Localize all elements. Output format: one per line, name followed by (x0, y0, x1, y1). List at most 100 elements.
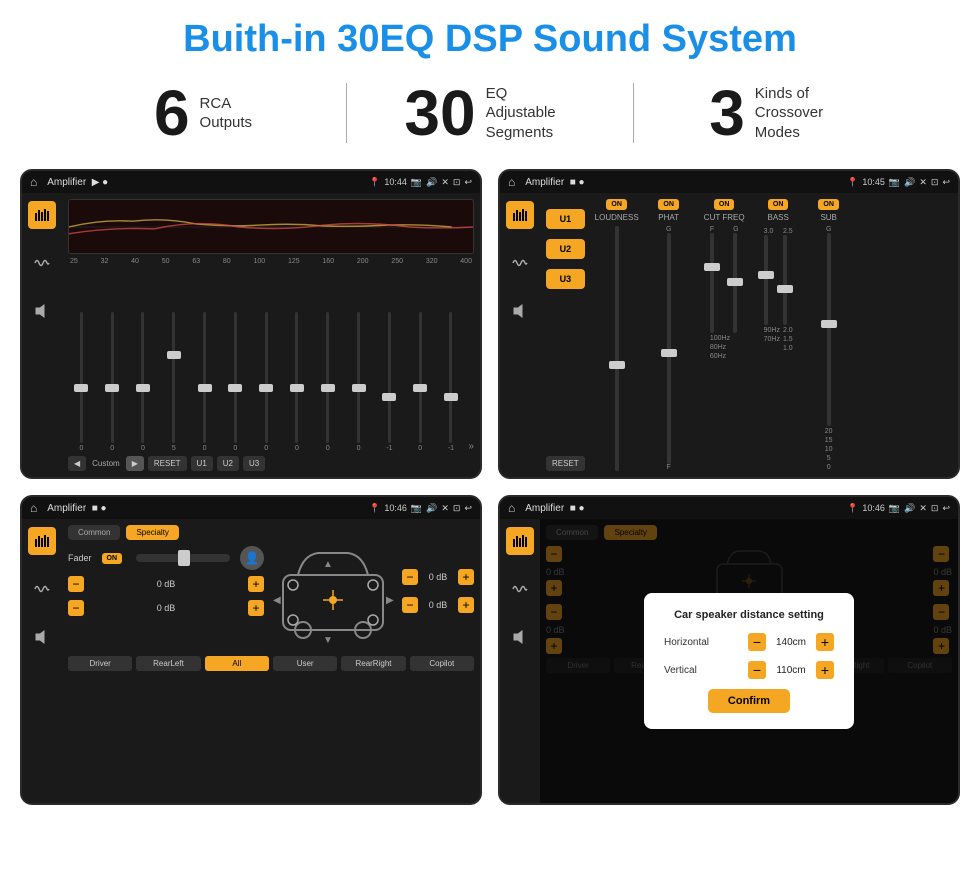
eq-slider-12[interactable]: 0 (407, 312, 434, 452)
fd-minus-left-2[interactable]: − (68, 600, 84, 616)
eq-slider-1[interactable]: 0 (68, 312, 95, 452)
eq-slider-9[interactable]: 0 (314, 312, 341, 452)
eq-slider-7[interactable]: 0 (253, 312, 280, 452)
eq-slider-2[interactable]: 0 (99, 312, 126, 452)
fd-plus-right-1[interactable]: + (458, 569, 474, 585)
cx-cutfreq-label: CUT FREQ (704, 213, 745, 222)
eq-u2-button[interactable]: U2 (217, 456, 239, 471)
cx-phat-col: ON PHAT G F (645, 199, 693, 471)
eq-slider-3[interactable]: 0 (130, 312, 157, 452)
fd-rearleft-btn[interactable]: RearLeft (136, 656, 200, 671)
cx-cutfreq-col: ON CUT FREQ F 100Hz 80Hz 60Hz (697, 199, 752, 471)
dialog-box: Car speaker distance setting Horizontal … (644, 593, 854, 729)
crossover-screen-card: ⌂ Amplifier ■ ● 📍10:45 📷🔊✕⊡↩ (498, 169, 960, 479)
eq-title: Amplifier ▶ ● (47, 177, 363, 188)
fd-plus-left-1[interactable]: + (248, 576, 264, 592)
eq-sidebar (22, 193, 62, 477)
fd-plus-left-2[interactable]: + (248, 600, 264, 616)
eq-sliders: 0 0 0 5 0 0 0 0 0 0 -1 0 -1 » (68, 268, 474, 452)
stat-text-eq: EQ AdjustableSegments (486, 84, 576, 143)
stat-text-rca: RCAOutputs (200, 94, 253, 133)
cx-sidebar-wave-icon[interactable] (506, 249, 534, 277)
cx-sub-label: SUB (820, 213, 836, 222)
fd-user-btn[interactable]: User (273, 656, 337, 671)
cx-sidebar-speaker-icon[interactable] (506, 297, 534, 325)
eq-slider-13[interactable]: -1 (438, 312, 465, 452)
fd-sidebar-speaker-icon[interactable] (28, 623, 56, 651)
fd-sidebar-equalizer-icon[interactable] (28, 527, 56, 555)
eq-sidebar-speaker-icon[interactable] (28, 297, 56, 325)
eq-expand-icon[interactable]: » (468, 441, 474, 452)
eq-slider-10[interactable]: 0 (345, 312, 372, 452)
dlg-screen-body: Common Specialty − 0 dB + − (500, 519, 958, 803)
dlg-sidebar-equalizer-icon[interactable] (506, 527, 534, 555)
fd-minus-right-1[interactable]: − (402, 569, 418, 585)
fd-vol-right-2: − 0 dB + (402, 597, 474, 613)
horizontal-minus-btn[interactable]: − (748, 633, 766, 651)
vertical-plus-btn[interactable]: + (816, 661, 834, 679)
fd-home-icon[interactable]: ⌂ (30, 501, 37, 515)
fd-vol-left-1: − 0 dB + (68, 576, 264, 592)
cx-u3-button[interactable]: U3 (546, 269, 585, 289)
eq-u1-button[interactable]: U1 (191, 456, 213, 471)
cx-u2-button[interactable]: U2 (546, 239, 585, 259)
eq-reset-button[interactable]: RESET (148, 456, 187, 471)
eq-slider-4[interactable]: 5 (160, 312, 187, 452)
home-icon[interactable]: ⌂ (30, 175, 37, 189)
eq-prev-button[interactable]: ◀ (68, 456, 86, 471)
cx-controls-area: ON LOUDNESS ON PHAT G F (593, 199, 952, 471)
eq-sidebar-wave-icon[interactable] (28, 249, 56, 277)
confirm-button[interactable]: Confirm (708, 689, 790, 713)
fd-tab-common[interactable]: Common (68, 525, 120, 540)
cx-u1-button[interactable]: U1 (546, 209, 585, 229)
fd-copilot-btn[interactable]: Copilot (410, 656, 474, 671)
eq-u3-button[interactable]: U3 (243, 456, 265, 471)
fd-fader-track[interactable] (136, 554, 230, 562)
vertical-row: Vertical − 110cm + (664, 661, 834, 679)
cx-sidebar-equalizer-icon[interactable] (506, 201, 534, 229)
dialog-screen-card: ⌂ Amplifier ■ ● 📍10:46 📷🔊✕⊡↩ (498, 495, 960, 805)
fd-main-area: Common Specialty Fader ON 👤 (62, 519, 480, 803)
fd-on-badge[interactable]: ON (102, 553, 123, 564)
cx-phat-freq: F (667, 464, 671, 471)
svg-text:◀: ◀ (273, 595, 281, 606)
eq-graph-area (68, 199, 474, 254)
fd-status-icons: 📍10:46 📷🔊✕⊡↩ (369, 503, 472, 514)
fd-minus-left-1[interactable]: − (68, 576, 84, 592)
fd-minus-right-2[interactable]: − (402, 597, 418, 613)
eq-slider-11[interactable]: -1 (376, 312, 403, 452)
fader-status-bar: ⌂ Amplifier ■ ● 📍10:46 📷🔊✕⊡↩ (22, 497, 480, 519)
cx-sidebar (500, 193, 540, 477)
dlg-sidebar-wave-icon[interactable] (506, 575, 534, 603)
fd-fader-label: Fader (68, 553, 92, 563)
stat-text-crossover: Kinds ofCrossover Modes (755, 84, 845, 143)
horizontal-row: Horizontal − 140cm + (664, 633, 834, 651)
fd-sidebar-wave-icon[interactable] (28, 575, 56, 603)
dlg-status-bar: ⌂ Amplifier ■ ● 📍10:46 📷🔊✕⊡↩ (500, 497, 958, 519)
fd-all-btn[interactable]: All (205, 656, 269, 671)
eq-slider-8[interactable]: 0 (284, 312, 311, 452)
cx-bass-on[interactable]: ON (768, 199, 789, 210)
cx-phat-on[interactable]: ON (658, 199, 679, 210)
cx-home-icon[interactable]: ⌂ (508, 175, 515, 189)
cx-reset-button[interactable]: RESET (546, 456, 585, 471)
horizontal-plus-btn[interactable]: + (816, 633, 834, 651)
cx-cutfreq-on[interactable]: ON (714, 199, 735, 210)
horizontal-stepper: − 140cm + (748, 633, 834, 651)
dlg-home-icon[interactable]: ⌂ (508, 501, 515, 515)
fd-plus-right-2[interactable]: + (458, 597, 474, 613)
eq-slider-5[interactable]: 0 (191, 312, 218, 452)
cx-sub-on[interactable]: ON (818, 199, 839, 210)
fd-rearright-btn[interactable]: RearRight (341, 656, 405, 671)
cx-bass-label: BASS (768, 213, 789, 222)
fd-tab-specialty[interactable]: Specialty (126, 525, 178, 540)
eq-play-button[interactable]: ▶ (126, 456, 144, 471)
fd-driver-btn[interactable]: Driver (68, 656, 132, 671)
vertical-minus-btn[interactable]: − (748, 661, 766, 679)
stat-number-30: 30 (404, 81, 475, 145)
eq-screen-card: ⌂ Amplifier ▶ ● 📍10:44 📷🔊✕⊡↩ (20, 169, 482, 479)
eq-sidebar-equalizer-icon[interactable] (28, 201, 56, 229)
eq-slider-6[interactable]: 0 (222, 312, 249, 452)
cx-loudness-on[interactable]: ON (606, 199, 627, 210)
dlg-sidebar-speaker-icon[interactable] (506, 623, 534, 651)
